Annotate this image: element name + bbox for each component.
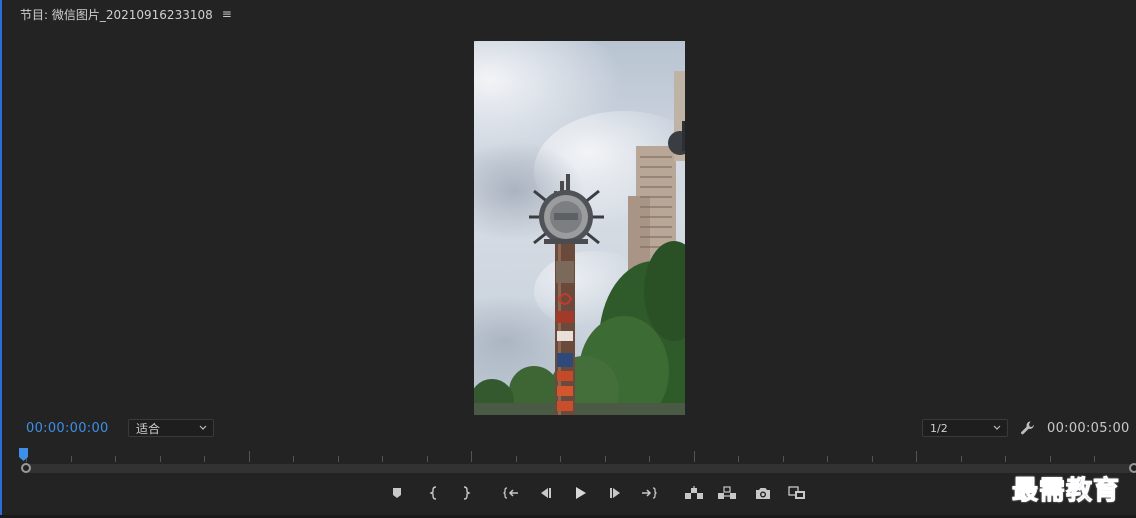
fit-zoom-select[interactable]: 适合 <box>128 419 214 437</box>
mark-in-button[interactable] <box>425 484 443 502</box>
go-to-out-button[interactable] <box>640 484 658 502</box>
ruler-tick <box>115 456 116 462</box>
step-back-icon <box>541 488 551 498</box>
extract-icon <box>718 486 736 499</box>
wrench-icon[interactable] <box>1020 420 1036 436</box>
mark-out-button[interactable] <box>457 484 475 502</box>
marker-icon <box>393 488 401 498</box>
transport-controls <box>0 484 1136 502</box>
ruler-tick <box>293 456 294 462</box>
preview-frame-image <box>474 41 685 415</box>
chevron-down-icon <box>199 425 207 430</box>
mark-in-icon <box>429 486 437 500</box>
go-to-in-button[interactable] <box>502 484 520 502</box>
watermark-logo: 最需教育 <box>1011 476 1121 507</box>
ruler-tick <box>916 451 917 462</box>
duration-timecode: 00:00:05:00 <box>1047 421 1130 436</box>
ruler-tick <box>426 456 428 462</box>
go-to-out-icon <box>642 487 657 499</box>
program-preview[interactable] <box>474 41 685 415</box>
hamburger-menu-icon[interactable]: ≡ <box>222 7 232 21</box>
ruler-tick <box>871 456 873 462</box>
ruler-tick <box>1005 456 1006 462</box>
ruler-tick <box>159 456 161 462</box>
export-frame-button[interactable] <box>754 484 772 502</box>
ruler-tick <box>1094 456 1095 462</box>
zoom-scroll-bar[interactable] <box>26 464 1132 473</box>
go-to-in-icon <box>503 487 518 499</box>
extract-button[interactable] <box>716 484 738 502</box>
zoom-handle-left[interactable] <box>21 463 31 473</box>
ruler-tick <box>204 456 205 462</box>
panel-focus-border <box>0 0 2 518</box>
playhead-icon[interactable] <box>19 448 28 462</box>
ruler-tick <box>827 456 828 462</box>
playback-resolution-select[interactable]: 1/2 <box>922 419 1008 437</box>
resolution-select-value: 1/2 <box>930 421 948 435</box>
chevron-down-icon <box>993 425 1001 430</box>
camera-icon <box>756 487 770 499</box>
ruler-tick <box>70 456 72 462</box>
ruler-tick <box>382 456 383 462</box>
ruler-tick <box>515 456 517 462</box>
zoom-handle-right[interactable] <box>1129 463 1136 473</box>
mark-out-icon <box>463 486 471 500</box>
comparison-icon <box>788 486 805 499</box>
ruler-tick <box>649 456 650 462</box>
ruler-tick <box>1049 456 1051 462</box>
ruler-tick <box>960 456 962 462</box>
panel-title[interactable]: 节目: 微信图片_20210916233108 <box>20 6 213 23</box>
play-icon <box>576 487 586 499</box>
ruler-tick <box>782 456 784 462</box>
lift-button[interactable] <box>683 484 705 502</box>
ruler-tick <box>248 451 250 462</box>
panel-header: 节目: 微信图片_20210916233108 ≡ <box>20 5 232 23</box>
add-marker-button[interactable] <box>388 484 406 502</box>
comparison-view-button[interactable] <box>787 484 807 502</box>
ruler-tick <box>738 456 739 462</box>
ruler-tick <box>560 456 561 462</box>
lift-icon <box>685 486 703 499</box>
fit-select-value: 适合 <box>136 421 161 436</box>
time-ruler[interactable] <box>20 450 1136 462</box>
ruler-tick <box>337 456 339 462</box>
step-forward-icon <box>610 488 620 498</box>
ruler-tick <box>693 451 695 462</box>
play-button[interactable] <box>571 484 589 502</box>
ruler-tick <box>604 456 606 462</box>
step-forward-button[interactable] <box>607 484 625 502</box>
ruler-tick <box>471 451 472 462</box>
current-timecode[interactable]: 00:00:00:00 <box>26 421 109 436</box>
step-back-button[interactable] <box>536 484 554 502</box>
